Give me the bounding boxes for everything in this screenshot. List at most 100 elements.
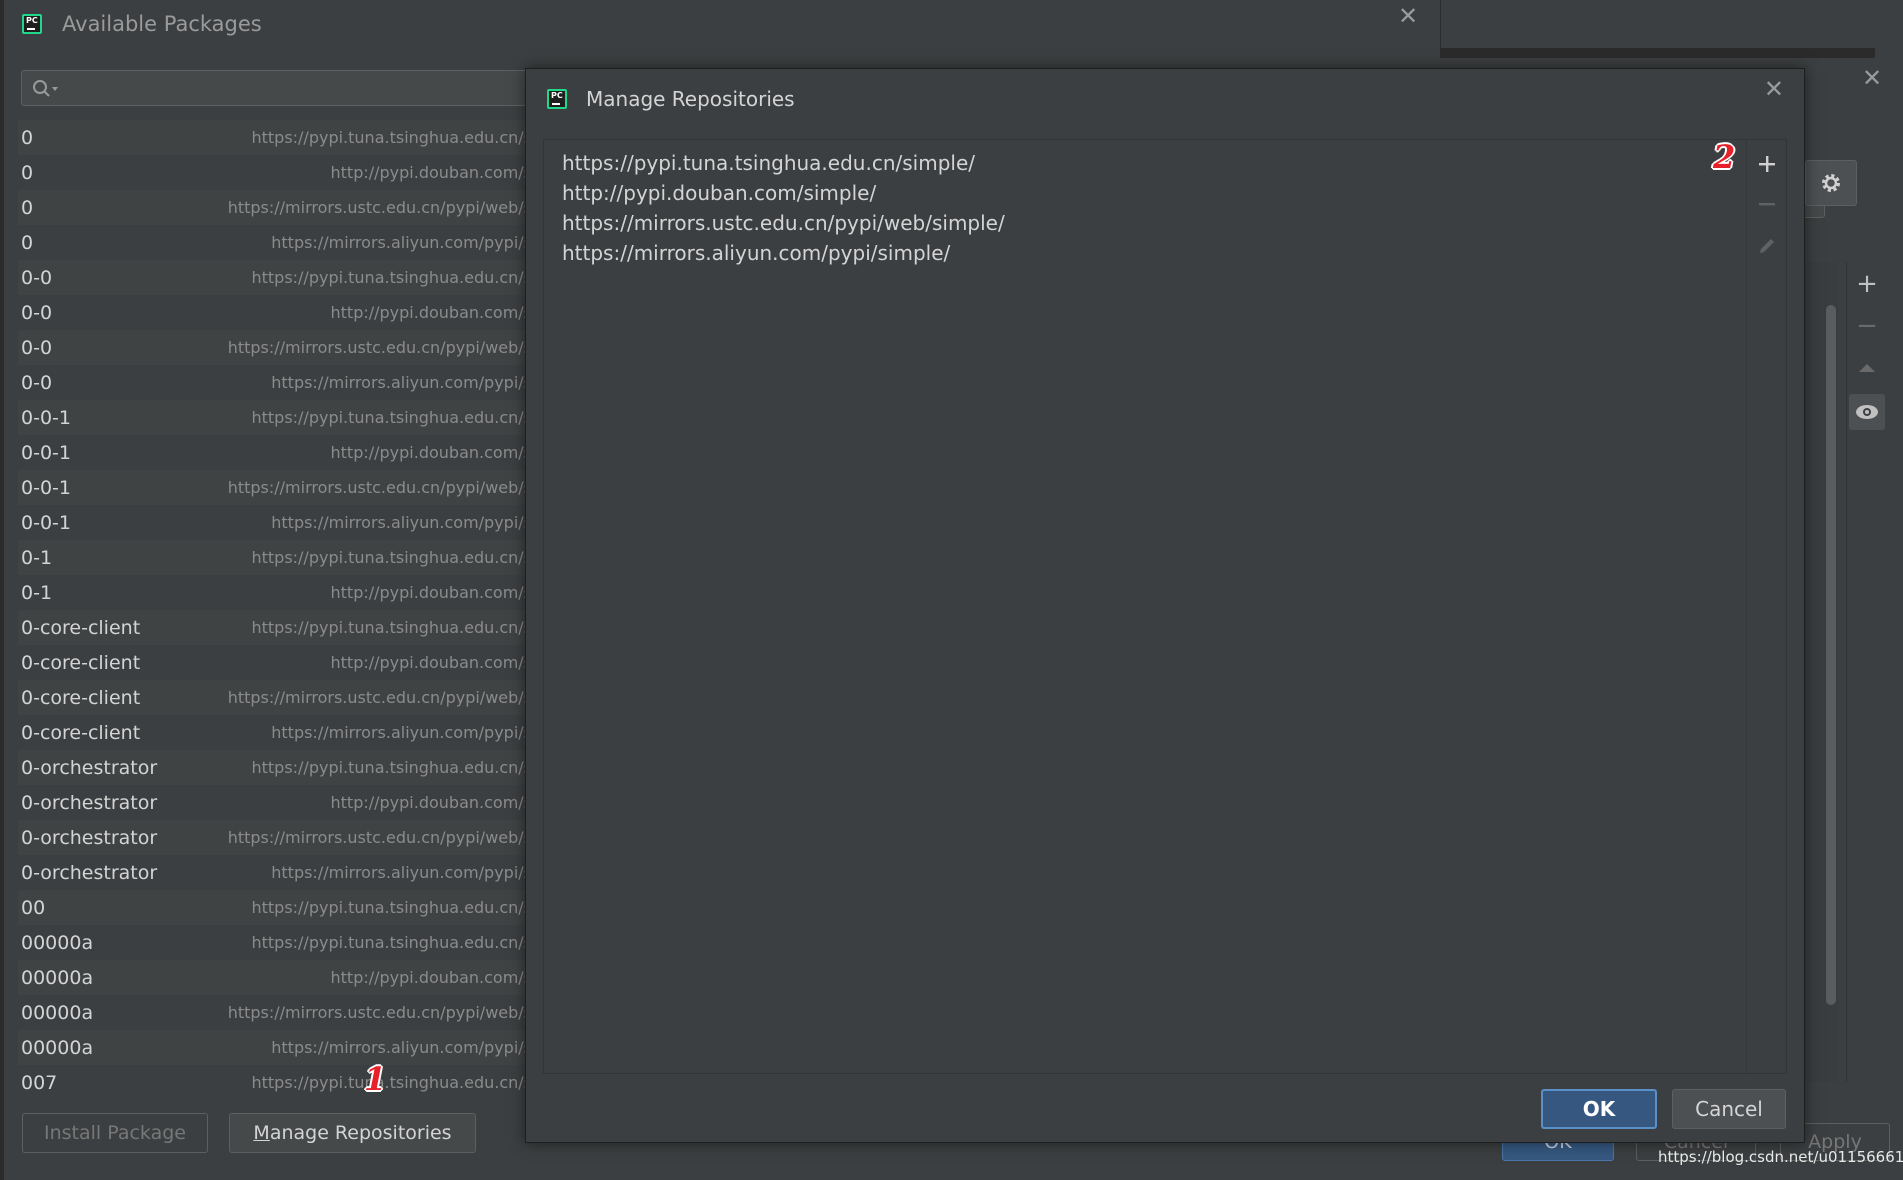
annotation-marker-2: 2 — [1713, 138, 1736, 176]
package-search-box[interactable] — [21, 70, 551, 106]
table-row[interactable]: 0-orchestrator https://mirrors.aliyun.com… — [18, 855, 532, 890]
table-row[interactable]: 007 https://pypi.tuna.tsinghua.edu.cn/s — [18, 1065, 532, 1095]
table-row[interactable]: 0-core-client https://mirrors.ustc.edu.cn… — [18, 680, 532, 715]
package-repository-url: https://mirrors.aliyun.com/pypi/s — [271, 233, 532, 252]
arrow-up-icon[interactable] — [1849, 350, 1885, 386]
add-repository-button[interactable] — [1749, 146, 1785, 182]
background-close-icon[interactable]: ✕ — [1862, 66, 1882, 90]
package-repository-url: https://mirrors.aliyun.com/pypi/s — [271, 373, 532, 392]
table-row[interactable]: 0-0-1 http://pypi.douban.com/s — [18, 435, 532, 470]
table-row[interactable]: 00 https://pypi.tuna.tsinghua.edu.cn/s — [18, 890, 532, 925]
table-row[interactable]: 00000a https://pypi.tuna.tsinghua.edu.cn/… — [18, 925, 532, 960]
table-row[interactable]: 0-orchestrator https://pypi.tuna.tsinghua… — [18, 750, 532, 785]
repository-list[interactable]: https://pypi.tuna.tsinghua.edu.cn/simple… — [544, 140, 1739, 1073]
list-item[interactable]: https://mirrors.aliyun.com/pypi/simple/ — [544, 238, 1739, 268]
package-repository-url: https://mirrors.ustc.edu.cn/pypi/web/s — [227, 338, 532, 357]
table-row[interactable]: 0-orchestrator http://pypi.douban.com/s — [18, 785, 532, 820]
minus-icon[interactable]: − — [1849, 308, 1885, 344]
install-package-button[interactable]: Install Package — [22, 1113, 208, 1153]
plus-icon — [1759, 156, 1775, 172]
package-name: 0 — [21, 196, 34, 219]
table-row[interactable]: 0-0 http://pypi.douban.com/s — [18, 295, 532, 330]
package-repository-url: http://pypi.douban.com/s — [330, 163, 533, 182]
package-name: 007 — [21, 1071, 58, 1094]
table-row[interactable]: 0-0-1 https://pypi.tuna.tsinghua.edu.cn/s — [18, 400, 532, 435]
table-row[interactable]: 0 https://pypi.tuna.tsinghua.edu.cn/s — [18, 120, 532, 155]
package-name: 0-0 — [21, 301, 53, 324]
close-icon[interactable]: ✕ — [1398, 4, 1418, 28]
package-repository-url: http://pypi.douban.com/s — [330, 443, 533, 462]
package-name: 0-0 — [21, 336, 53, 359]
table-row[interactable]: 0-0 https://mirrors.ustc.edu.cn/pypi/web/… — [18, 330, 532, 365]
package-repository-url: https://mirrors.ustc.edu.cn/pypi/web/s — [227, 198, 532, 217]
package-name: 00000a — [21, 966, 94, 989]
gear-icon — [1822, 174, 1840, 192]
table-row[interactable]: 0-0-1 https://mirrors.ustc.edu.cn/pypi/we… — [18, 470, 532, 505]
table-row[interactable]: 0-0 https://mirrors.aliyun.com/pypi/s — [18, 365, 532, 400]
window-title: Available Packages — [62, 12, 262, 36]
package-repository-url: https://pypi.tuna.tsinghua.edu.cn/s — [251, 933, 532, 952]
package-repository-url: https://pypi.tuna.tsinghua.edu.cn/s — [251, 268, 532, 287]
ok-button[interactable]: OK — [1541, 1089, 1657, 1129]
package-repository-url: http://pypi.douban.com/s — [330, 653, 533, 672]
pencil-icon — [1760, 239, 1774, 253]
package-name: 0-1 — [21, 546, 53, 569]
list-item[interactable]: https://pypi.tuna.tsinghua.edu.cn/simple… — [544, 148, 1739, 178]
package-name: 0-0 — [21, 266, 53, 289]
list-item[interactable]: https://mirrors.ustc.edu.cn/pypi/web/sim… — [544, 208, 1739, 238]
table-row[interactable]: 00000a http://pypi.douban.com/s — [18, 960, 532, 995]
package-name: 0-orchestrator — [21, 756, 158, 779]
package-name: 0-orchestrator — [21, 791, 158, 814]
repository-list-panel: https://pypi.tuna.tsinghua.edu.cn/simple… — [543, 139, 1787, 1074]
search-icon — [33, 80, 58, 97]
table-row[interactable]: 00000a https://mirrors.ustc.edu.cn/pypi/w… — [18, 995, 532, 1030]
table-row[interactable]: 0-0-1 https://mirrors.aliyun.com/pypi/s — [18, 505, 532, 540]
remove-repository-button[interactable] — [1749, 186, 1785, 222]
table-row[interactable]: 0-1 https://pypi.tuna.tsinghua.edu.cn/s — [18, 540, 532, 575]
package-repository-url: http://pypi.douban.com/s — [330, 968, 533, 987]
package-repository-url: https://mirrors.ustc.edu.cn/pypi/web/s — [227, 1003, 532, 1022]
eye-icon[interactable] — [1849, 394, 1885, 430]
dialog-title: Manage Repositories — [586, 87, 795, 111]
package-name: 0-orchestrator — [21, 826, 158, 849]
table-row[interactable]: 0 http://pypi.douban.com/s — [18, 155, 532, 190]
package-repository-url: https://mirrors.aliyun.com/pypi/s — [271, 513, 532, 532]
background-dialog-bar — [1440, 48, 1875, 58]
edit-repository-button[interactable] — [1749, 228, 1785, 264]
table-row[interactable]: 0 https://mirrors.aliyun.com/pypi/s — [18, 225, 532, 260]
cancel-button[interactable]: Cancel — [1672, 1089, 1786, 1129]
package-name: 0-core-client — [21, 686, 141, 709]
package-list[interactable]: 0 https://pypi.tuna.tsinghua.edu.cn/s 0 htt… — [18, 120, 532, 1095]
package-name: 0-1 — [21, 581, 53, 604]
minus-icon — [1759, 203, 1775, 206]
table-row[interactable]: 0 https://mirrors.ustc.edu.cn/pypi/web/s — [18, 190, 532, 225]
table-row[interactable]: 0-core-client https://pypi.tuna.tsinghua.… — [18, 610, 532, 645]
table-row[interactable]: 0-0 https://pypi.tuna.tsinghua.edu.cn/s — [18, 260, 532, 295]
package-repository-url: https://mirrors.ustc.edu.cn/pypi/web/s — [227, 688, 532, 707]
background-dialog-header — [1440, 0, 1903, 48]
package-name: 0 — [21, 231, 34, 254]
package-name: 0 — [21, 161, 34, 184]
package-name: 0-0-1 — [21, 511, 71, 534]
package-name: 00000a — [21, 931, 94, 954]
package-name: 0-0-1 — [21, 476, 71, 499]
package-repository-url: http://pypi.douban.com/s — [330, 793, 533, 812]
table-row[interactable]: 0-core-client https://mirrors.aliyun.com/… — [18, 715, 532, 750]
table-row[interactable]: 0-orchestrator https://mirrors.ustc.edu.c… — [18, 820, 532, 855]
manage-repositories-button[interactable]: Manage Repositories — [229, 1113, 476, 1153]
table-row[interactable]: 00000a https://mirrors.aliyun.com/pypi/s — [18, 1030, 532, 1065]
package-search-input[interactable] — [64, 75, 534, 101]
package-repository-url: https://mirrors.ustc.edu.cn/pypi/web/s — [227, 828, 532, 847]
table-row[interactable]: 0-1 http://pypi.douban.com/s — [18, 575, 532, 610]
settings-gear-button[interactable] — [1805, 160, 1857, 206]
dialog-close-icon[interactable]: ✕ — [1764, 77, 1784, 101]
list-item[interactable]: http://pypi.douban.com/simple/ — [544, 178, 1739, 208]
repository-toolbar — [1746, 140, 1786, 1073]
package-repository-url: https://pypi.tuna.tsinghua.edu.cn/s — [251, 618, 532, 637]
package-name: 00 — [21, 896, 46, 919]
table-row[interactable]: 0-core-client http://pypi.douban.com/s — [18, 645, 532, 680]
pycharm-logo-icon: PC — [22, 14, 42, 34]
plus-icon[interactable]: + — [1849, 266, 1885, 302]
package-name: 00000a — [21, 1036, 94, 1059]
background-scrollbar[interactable] — [1826, 305, 1836, 1005]
